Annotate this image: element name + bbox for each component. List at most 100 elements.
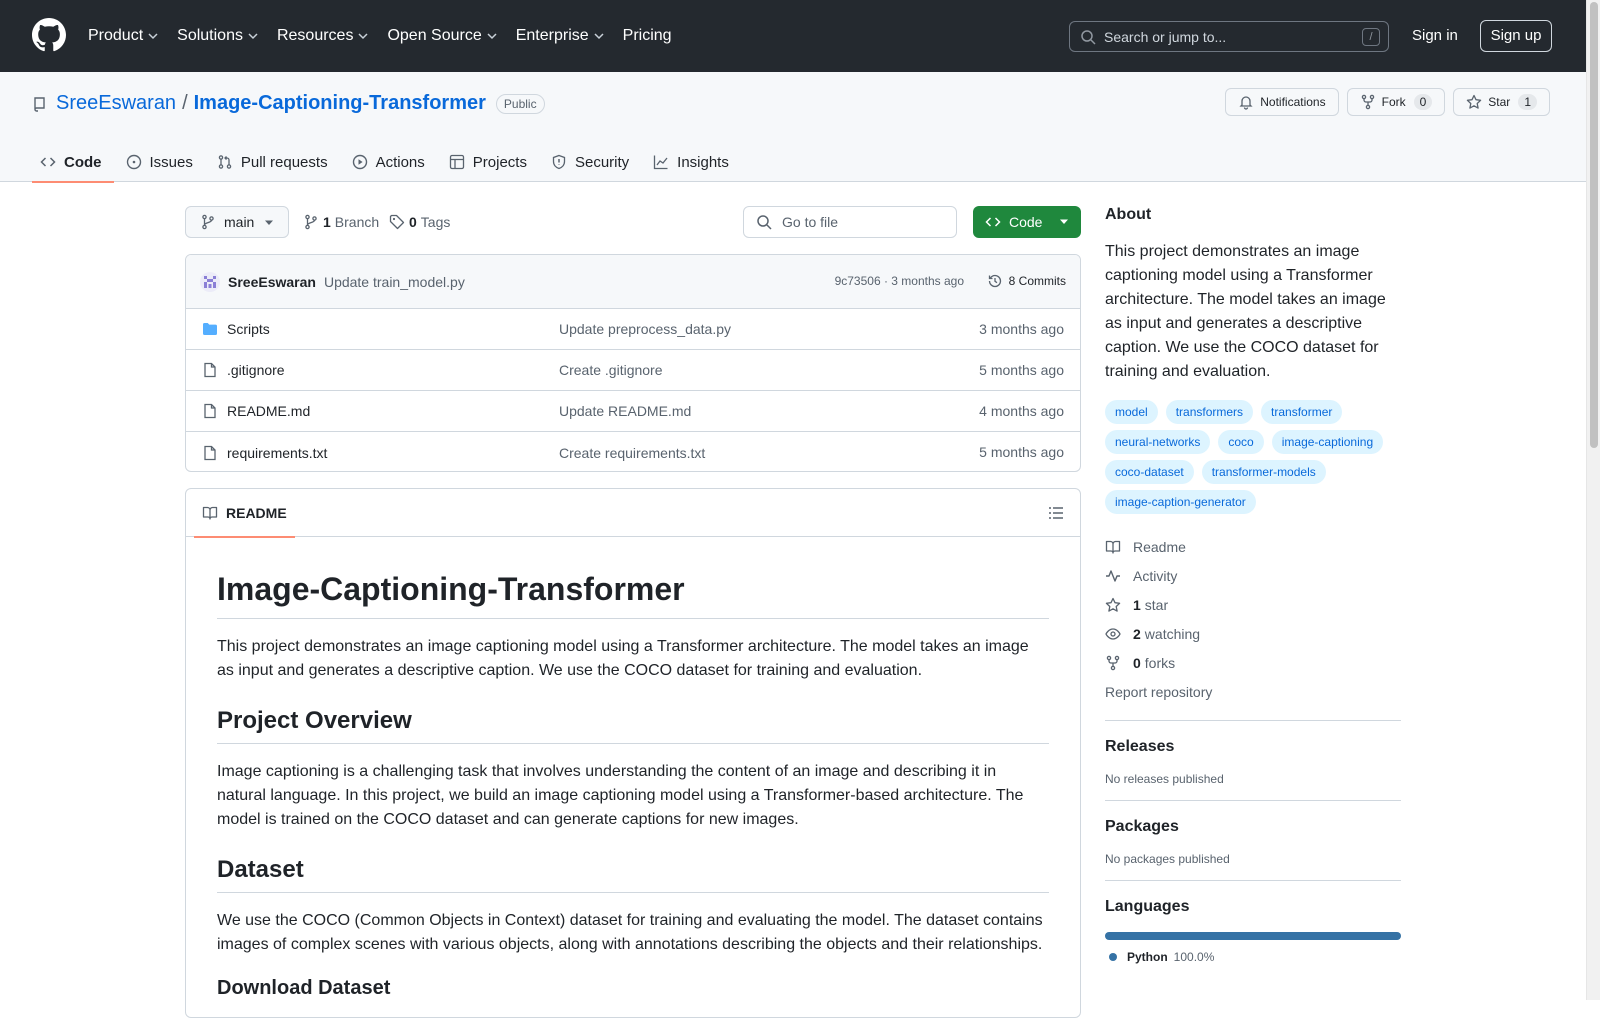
commit-hash-age[interactable]: 9c73506 · 3 months ago xyxy=(835,274,964,288)
branch-select-button[interactable]: main xyxy=(185,206,289,238)
tab-issues[interactable]: Issues xyxy=(118,142,205,182)
table-row[interactable]: .gitignore Create .gitignore 5 months ag… xyxy=(186,350,1080,391)
readme-panel: README Image-Captioning-Transformer This… xyxy=(185,488,1081,1018)
file-commit-link[interactable]: Update README.md xyxy=(559,403,691,419)
file-age: 5 months ago xyxy=(979,362,1064,378)
nav-open-source[interactable]: Open Source xyxy=(387,27,497,45)
tab-readme[interactable]: README xyxy=(194,489,295,538)
fork-label: Fork xyxy=(1381,95,1406,109)
list-outline-icon[interactable] xyxy=(1048,505,1064,521)
avatar[interactable] xyxy=(200,271,220,292)
file-age: 3 months ago xyxy=(979,321,1064,337)
file-commit-link[interactable]: Update preprocess_data.py xyxy=(559,321,731,337)
nav-enterprise-label: Enterprise xyxy=(515,27,589,44)
caret-down-icon xyxy=(1060,219,1068,224)
readme-tab-label: README xyxy=(226,505,287,521)
tab-insights[interactable]: Insights xyxy=(645,142,741,182)
file-commit-link[interactable]: Create .gitignore xyxy=(559,362,663,378)
topic-tag[interactable]: model xyxy=(1105,400,1158,424)
go-to-file-input[interactable]: Go to file xyxy=(743,206,957,238)
topic-tag[interactable]: transformer xyxy=(1261,400,1343,424)
packages-heading-link[interactable]: Packages xyxy=(1105,818,1401,836)
file-name-link[interactable]: .gitignore xyxy=(227,362,559,378)
readme-paragraph: We use the COCO (Common Objects in Conte… xyxy=(217,912,1043,953)
about-description: This project demonstrates an image capti… xyxy=(1105,243,1386,380)
divider xyxy=(1105,880,1401,881)
forks-label: forks xyxy=(1144,654,1176,671)
nav-pricing[interactable]: Pricing xyxy=(623,27,672,45)
topic-tag[interactable]: coco-dataset xyxy=(1105,460,1194,484)
repo-title: SreeEswaran / Image-Captioning-Transform… xyxy=(32,92,545,115)
nav-resources[interactable]: Resources xyxy=(277,27,369,45)
tags-link[interactable]: 0 Tags xyxy=(389,214,450,230)
table-row[interactable]: README.md Update README.md 4 months ago xyxy=(186,391,1080,432)
tab-actions[interactable]: Actions xyxy=(344,142,437,182)
commit-author-link[interactable]: SreeEswaran xyxy=(228,274,316,290)
nav-enterprise[interactable]: Enterprise xyxy=(516,27,605,45)
star-button[interactable]: Star 1 xyxy=(1453,88,1550,116)
file-age: 5 months ago xyxy=(979,444,1064,460)
repo-owner-link[interactable]: SreeEswaran xyxy=(56,92,176,115)
search-shortcut-key: / xyxy=(1362,28,1380,46)
report-repository-link[interactable]: Report repository xyxy=(1105,677,1401,706)
chevron-down-icon xyxy=(358,33,368,40)
file-commit-link[interactable]: Create requirements.txt xyxy=(559,445,705,461)
sign-in-link[interactable]: Sign in xyxy=(1412,27,1458,44)
language-percent: 100.0% xyxy=(1173,950,1215,964)
stars-link[interactable]: 1 star xyxy=(1105,590,1401,619)
nav-open-source-label: Open Source xyxy=(387,27,482,44)
table-row[interactable]: Scripts Update preprocess_data.py 3 mont… xyxy=(186,309,1080,350)
tab-projects[interactable]: Projects xyxy=(441,142,539,182)
repo-name-link[interactable]: Image-Captioning-Transformer xyxy=(194,92,486,115)
readme-heading-title: Image-Captioning-Transformer xyxy=(217,537,1049,619)
commit-message-link[interactable]: Update train_model.py xyxy=(324,274,465,290)
scrollbar-thumb[interactable] xyxy=(1590,2,1598,448)
file-name-link[interactable]: Scripts xyxy=(227,321,559,337)
code-dropdown-button[interactable]: Code xyxy=(973,206,1081,238)
topic-tag[interactable]: transformers xyxy=(1165,400,1254,424)
notifications-label: Notifications xyxy=(1260,95,1326,109)
table-row[interactable]: requirements.txt Create requirements.txt… xyxy=(186,432,1080,471)
tab-code[interactable]: Code xyxy=(32,142,114,183)
nav-product[interactable]: Product xyxy=(88,27,159,45)
branches-link[interactable]: 1 Branch xyxy=(303,214,379,230)
about-heading: About xyxy=(1105,206,1152,223)
topic-tag[interactable]: image-caption-generator xyxy=(1105,490,1256,514)
page-scrollbar[interactable] xyxy=(1586,0,1600,1000)
tab-security[interactable]: Security xyxy=(543,142,641,182)
search-input[interactable]: Search or jump to... / xyxy=(1069,21,1389,52)
language-item[interactable]: Python 100.0% xyxy=(1109,950,1401,964)
search-icon xyxy=(757,215,772,230)
repo-tabs: Code Issues Pull requests Actions Projec… xyxy=(32,142,745,183)
forks-link[interactable]: 0 forks xyxy=(1105,648,1401,677)
file-name-link[interactable]: README.md xyxy=(227,403,559,419)
watchers-link[interactable]: 2 watching xyxy=(1105,619,1401,648)
code-icon xyxy=(40,157,56,167)
commits-link[interactable]: 8 Commits xyxy=(987,273,1066,289)
releases-heading-link[interactable]: Releases xyxy=(1105,738,1401,756)
file-name-link[interactable]: requirements.txt xyxy=(227,445,559,461)
search-icon xyxy=(1081,29,1096,45)
fork-button[interactable]: Fork 0 xyxy=(1346,88,1446,116)
sign-up-button[interactable]: Sign up xyxy=(1480,20,1552,52)
readme-heading-dataset: Dataset xyxy=(217,856,1049,893)
watching-count: 2 xyxy=(1133,625,1141,642)
topic-tag[interactable]: coco xyxy=(1218,430,1264,454)
nav-solutions[interactable]: Solutions xyxy=(177,27,259,45)
notifications-button[interactable]: Notifications xyxy=(1225,88,1339,116)
language-bar xyxy=(1105,932,1401,940)
readme-link[interactable]: Readme xyxy=(1105,532,1401,561)
file-list: SreeEswaran Update train_model.py 9c7350… xyxy=(185,254,1081,472)
github-logo-icon[interactable] xyxy=(32,18,66,52)
topic-tag[interactable]: image-captioning xyxy=(1271,430,1384,454)
activity-link[interactable]: Activity xyxy=(1105,561,1401,590)
tab-pull-requests[interactable]: Pull requests xyxy=(209,142,340,182)
topic-tag[interactable]: transformer-models xyxy=(1201,460,1326,484)
topic-tag[interactable]: neural-networks xyxy=(1105,430,1211,454)
eye-icon xyxy=(1105,627,1121,640)
watching-label: watching xyxy=(1144,625,1201,642)
tag-label: Tags xyxy=(420,214,451,230)
book-icon xyxy=(1105,540,1121,554)
commit-count-label: 8 Commits xyxy=(1008,274,1066,288)
branch-name: main xyxy=(224,214,255,230)
